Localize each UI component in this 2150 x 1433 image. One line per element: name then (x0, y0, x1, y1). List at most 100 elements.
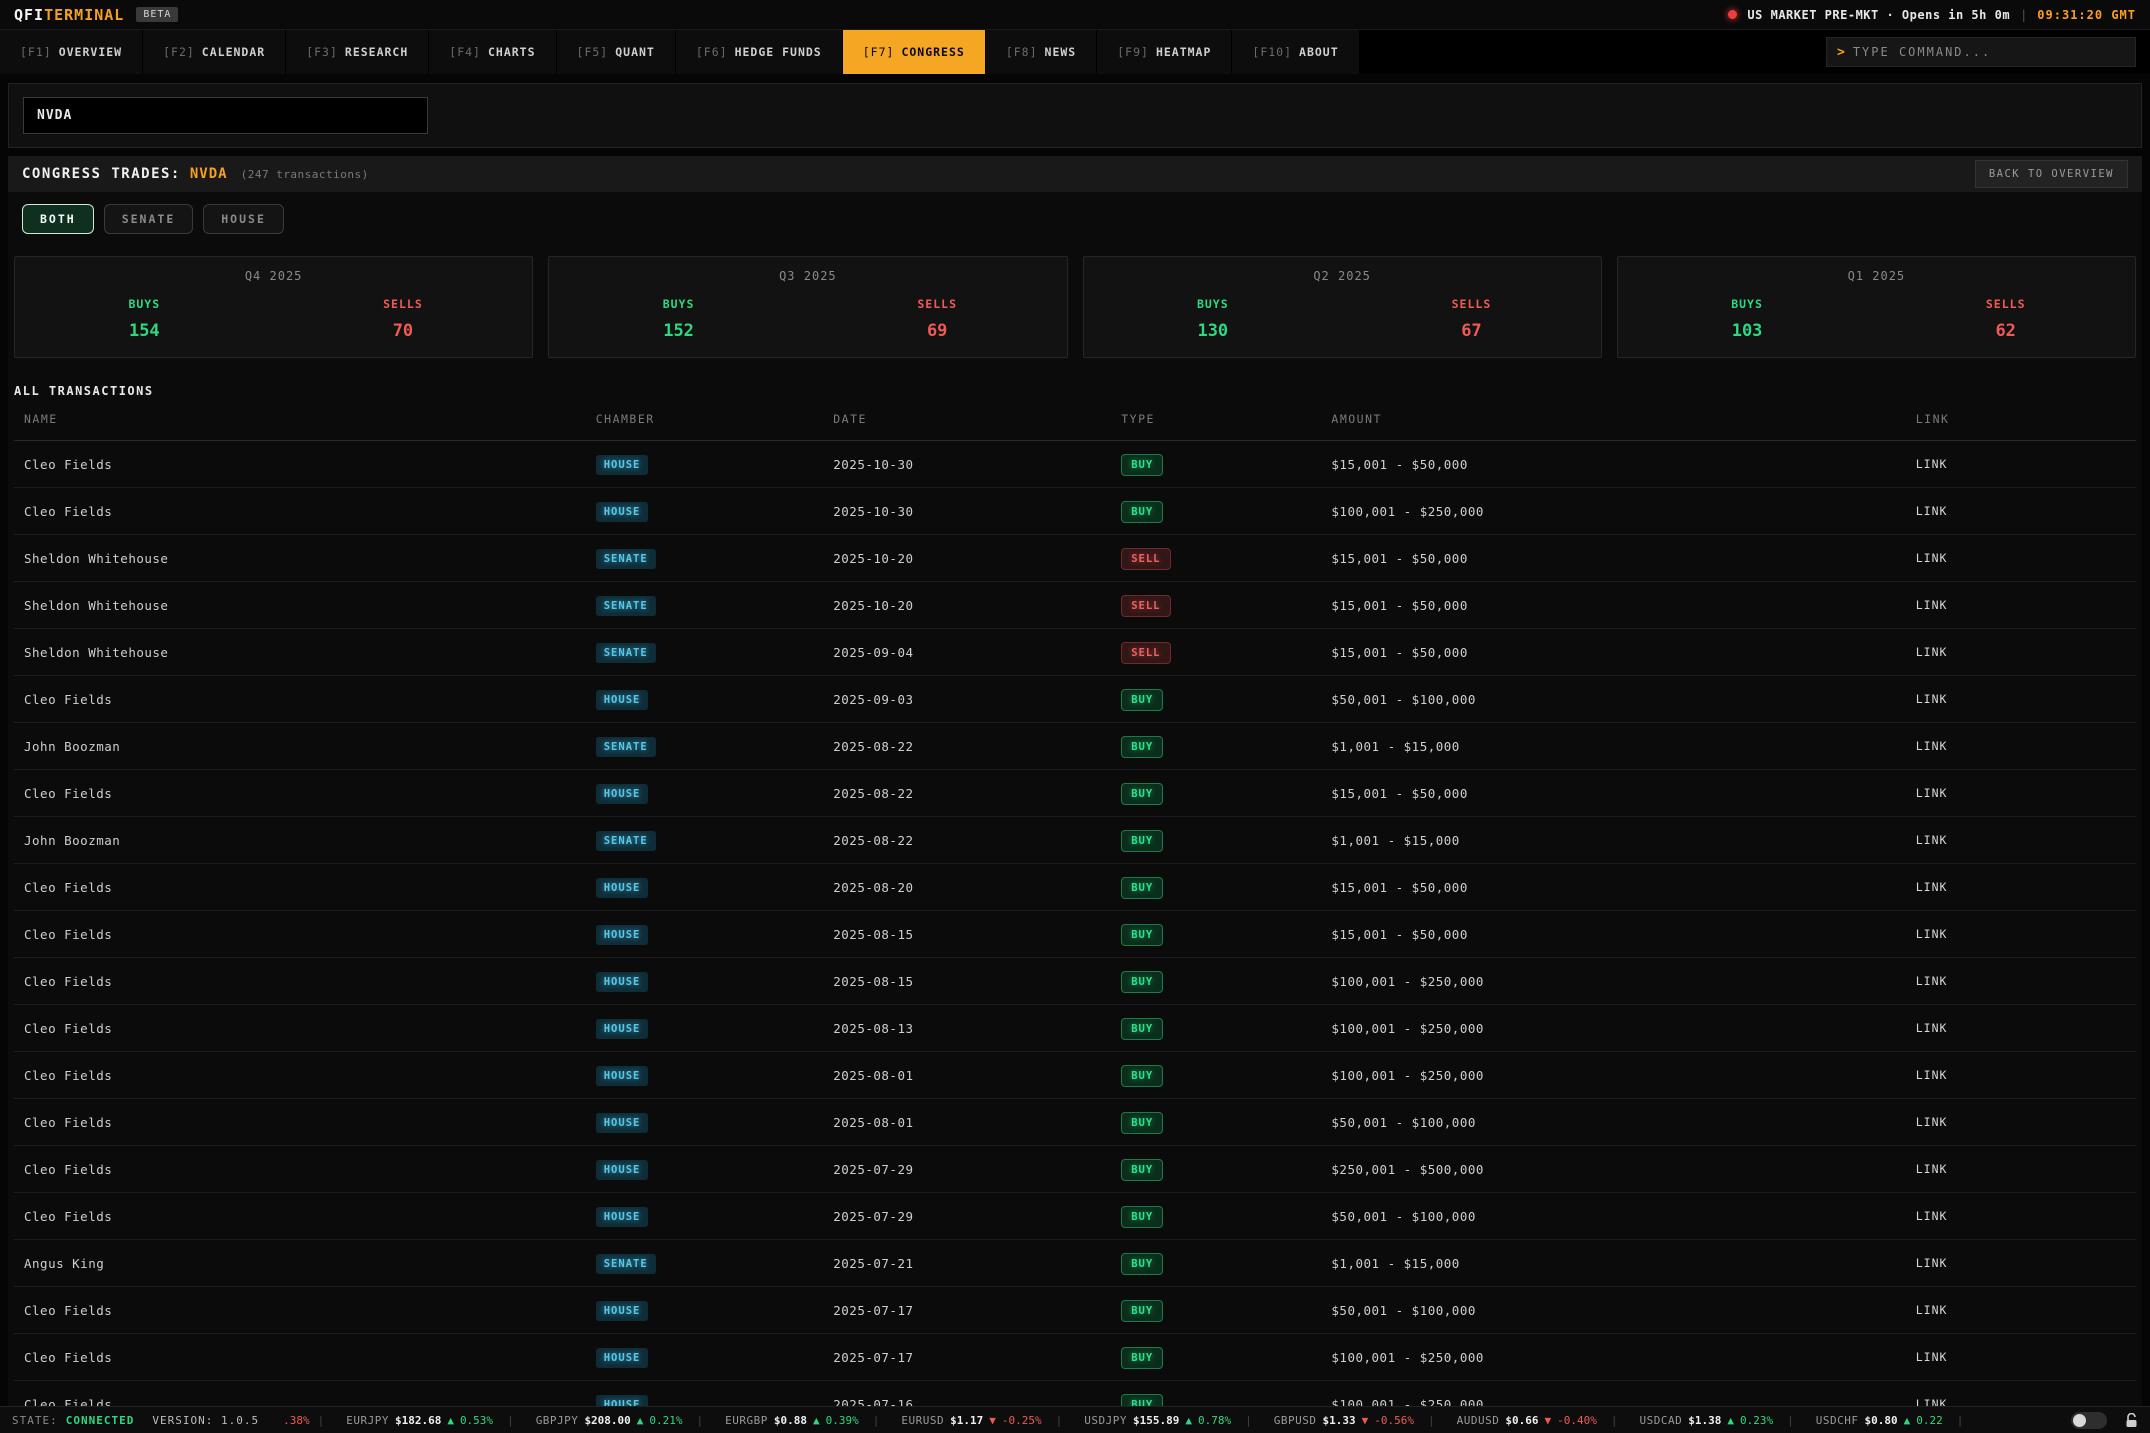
table-row: Cleo Fields HOUSE 2025-07-29 BUY $250,00… (14, 1146, 2136, 1193)
disclosure-link[interactable]: LINK (1916, 927, 2126, 941)
fx-price: $0.66 (1505, 1414, 1538, 1427)
cell-amount: $50,001 - $100,000 (1331, 1303, 1915, 1318)
tab[interactable]: [F9] HEATMAP (1097, 30, 1232, 74)
tab[interactable]: [F4] CHARTS (429, 30, 556, 74)
sells-value: 70 (274, 321, 533, 341)
cell-type: BUY (1121, 688, 1331, 711)
ticker-toggle-switch[interactable] (2071, 1412, 2107, 1429)
disclosure-link[interactable]: LINK (1916, 645, 2126, 659)
disclosure-link[interactable]: LINK (1916, 739, 2126, 753)
fx-change: -0.56% (1374, 1414, 1414, 1427)
clock: 09:31:20 GMT (2037, 8, 2136, 22)
ticker-input[interactable] (23, 97, 428, 134)
cell-name: Cleo Fields (24, 504, 596, 519)
header-type: TYPE (1121, 412, 1331, 426)
connection-status: CONNECTED (66, 1414, 135, 1427)
unlock-icon[interactable] (2125, 1413, 2138, 1428)
sells-label: SELLS (1876, 297, 2135, 311)
disclosure-link[interactable]: LINK (1916, 1350, 2126, 1364)
tab[interactable]: [F7] CONGRESS (843, 30, 986, 74)
disclosure-link[interactable]: LINK (1916, 551, 2126, 565)
cell-name: Sheldon Whitehouse (24, 645, 596, 660)
disclosure-link[interactable]: LINK (1916, 504, 2126, 518)
trade-type-badge: SELL (1121, 548, 1170, 570)
chamber-filter-button[interactable]: HOUSE (203, 204, 284, 234)
tab[interactable]: [F2] CALENDAR (143, 30, 286, 74)
tab[interactable]: [F6] HEDGE FUNDS (676, 30, 843, 74)
disclosure-link[interactable]: LINK (1916, 598, 2126, 612)
cell-chamber: HOUSE (596, 1205, 834, 1227)
disclosure-link[interactable]: LINK (1916, 692, 2126, 706)
fx-price: $1.38 (1688, 1414, 1721, 1427)
beta-badge: BETA (136, 7, 178, 22)
cell-chamber: HOUSE (596, 1158, 834, 1180)
header-date: DATE (833, 412, 1121, 426)
tab[interactable]: [F8] NEWS (986, 30, 1097, 74)
command-box[interactable]: > (1826, 37, 2136, 67)
back-to-overview-button[interactable]: BACK TO OVERVIEW (1975, 160, 2128, 188)
cell-name: Sheldon Whitehouse (24, 551, 596, 566)
ticker-separator: | (1056, 1414, 1063, 1427)
tab[interactable]: [F3] RESEARCH (286, 30, 429, 74)
tab-label: NEWS (1045, 45, 1077, 59)
tab-fkey: [F4] (449, 45, 481, 59)
cell-name: Cleo Fields (24, 1068, 596, 1083)
buys-label: BUYS (549, 297, 808, 311)
tab[interactable]: [F1] OVERVIEW (0, 30, 143, 74)
trade-type-badge: BUY (1121, 783, 1163, 805)
status-separator: | (2020, 8, 2027, 22)
command-input[interactable] (1853, 45, 2125, 59)
cell-type: BUY (1121, 829, 1331, 852)
table-row: Cleo Fields HOUSE 2025-08-01 BUY $50,001… (14, 1099, 2136, 1146)
cell-name: Cleo Fields (24, 880, 596, 895)
cell-chamber: HOUSE (596, 782, 834, 804)
cell-type: BUY (1121, 876, 1331, 899)
disclosure-link[interactable]: LINK (1916, 1068, 2126, 1082)
chamber-badge: HOUSE (596, 972, 649, 992)
cell-type: BUY (1121, 1064, 1331, 1087)
cell-type: BUY (1121, 1205, 1331, 1228)
cell-name: John Boozman (24, 739, 596, 754)
tab-fkey: [F7] (863, 45, 895, 59)
disclosure-link[interactable]: LINK (1916, 880, 2126, 894)
table-row: Cleo Fields HOUSE 2025-09-03 BUY $50,001… (14, 676, 2136, 723)
quarter-card: Q4 2025 BUYS 154 SELLS 70 (14, 256, 533, 358)
cell-date: 2025-07-17 (833, 1303, 1121, 1318)
cell-type: BUY (1121, 1111, 1331, 1134)
disclosure-link[interactable]: LINK (1916, 1256, 2126, 1270)
disclosure-link[interactable]: LINK (1916, 1115, 2126, 1129)
tab-label: CONGRESS (901, 45, 964, 59)
brand-prefix: QFI (14, 6, 44, 24)
disclosure-link[interactable]: LINK (1916, 833, 2126, 847)
fx-pair: EURJPY (346, 1414, 389, 1427)
disclosure-link[interactable]: LINK (1916, 457, 2126, 471)
disclosure-link[interactable]: LINK (1916, 786, 2126, 800)
disclosure-link[interactable]: LINK (1916, 1162, 2126, 1176)
chamber-filter-button[interactable]: SENATE (104, 204, 194, 234)
disclosure-link[interactable]: LINK (1916, 1303, 2126, 1317)
disclosure-link[interactable]: LINK (1916, 1209, 2126, 1223)
tab-fkey: [F8] (1006, 45, 1038, 59)
ticker-separator: | (1611, 1414, 1618, 1427)
table-row: Cleo Fields HOUSE 2025-08-01 BUY $100,00… (14, 1052, 2136, 1099)
tab[interactable]: [F10] ABOUT (1232, 30, 1359, 74)
tab[interactable]: [F5] QUANT (557, 30, 676, 74)
cell-type: BUY (1121, 1252, 1331, 1275)
table-row: Angus King SENATE 2025-07-21 BUY $1,001 … (14, 1240, 2136, 1287)
cell-date: 2025-08-22 (833, 833, 1121, 848)
quarter-label: Q1 2025 (1618, 269, 2135, 283)
cell-amount: $15,001 - $50,000 (1331, 927, 1915, 942)
cell-amount: $15,001 - $50,000 (1331, 880, 1915, 895)
cell-amount: $100,001 - $250,000 (1331, 1350, 1915, 1365)
chamber-filter-button[interactable]: BOTH (22, 204, 94, 234)
table-row: Cleo Fields HOUSE 2025-10-30 BUY $100,00… (14, 488, 2136, 535)
fx-ticker-wrap: EURUSD $1.17 ▼ -0.25% | (887, 1414, 1062, 1427)
cell-type: SELL (1121, 594, 1331, 617)
table-row: Cleo Fields HOUSE 2025-07-17 BUY $50,001… (14, 1287, 2136, 1334)
tab-label: HEDGE FUNDS (735, 45, 822, 59)
disclosure-link[interactable]: LINK (1916, 1021, 2126, 1035)
trade-type-badge: BUY (1121, 971, 1163, 993)
fx-change: -0.40% (1557, 1414, 1597, 1427)
disclosure-link[interactable]: LINK (1916, 974, 2126, 988)
congress-title: CONGRESS TRADES: (22, 166, 181, 182)
